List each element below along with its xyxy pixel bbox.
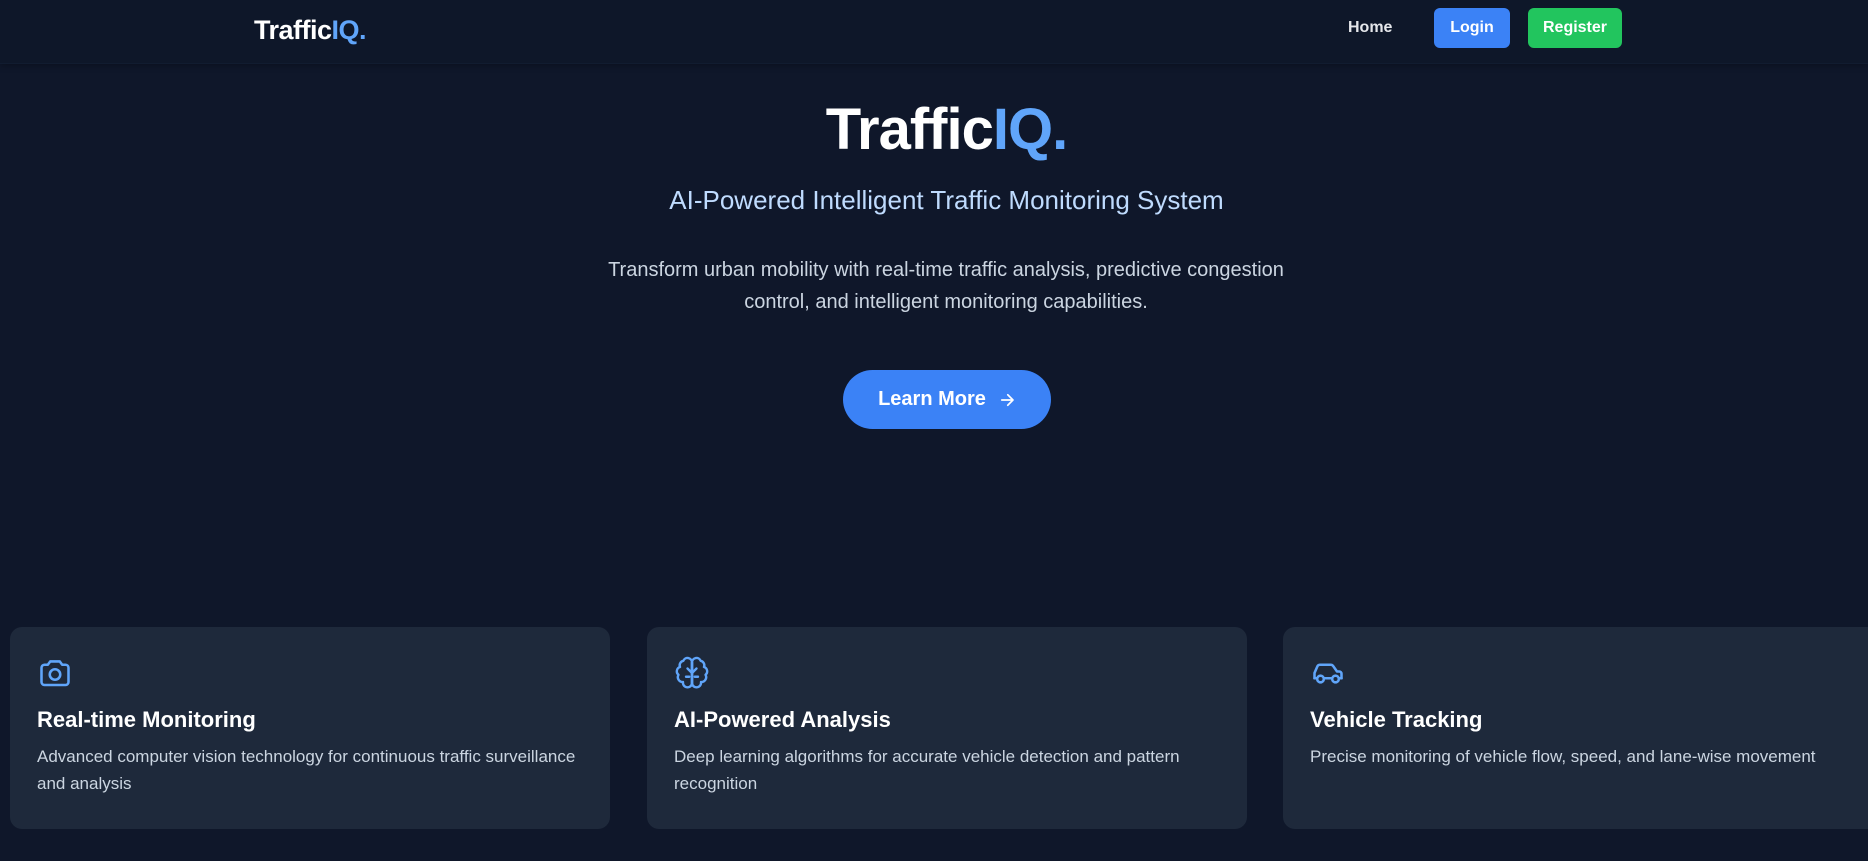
feature-card: Real-time Monitoring Advanced computer v… [10,627,610,829]
learn-more-label: Learn More [878,388,986,410]
nav-logo[interactable]: TrafficIQ. [254,14,367,46]
hero-title-text: Traffic [825,97,994,162]
top-navbar: TrafficIQ. Home Login Register [0,0,1868,64]
feature-title: AI-Powered Analysis [674,707,891,732]
feature-description: Deep learning algorithms for accurate ve… [674,747,1180,793]
hero-title-accent: IQ. [992,97,1068,162]
arrow-right-icon [1000,393,1014,406]
feature-description: Advanced computer vision technology for … [37,747,576,793]
hero-subtitle: AI-Powered Intelligent Traffic Monitorin… [669,185,1224,215]
feature-title: Vehicle Tracking [1310,707,1483,732]
hero-description: Transform urban mobility with real-time … [608,259,1284,313]
login-button[interactable]: Login [1434,8,1510,48]
feature-card: AI-Powered Analysis Deep learning algori… [647,627,1247,829]
register-button[interactable]: Register [1528,8,1622,48]
hero-title: TrafficIQ. [0,94,1868,166]
feature-card: Vehicle Tracking Precise monitoring of v… [1283,627,1868,829]
nav-home-link[interactable]: Home [1348,15,1392,41]
camera-icon [40,660,70,687]
brain-icon [675,656,709,689]
feature-description: Precise monitoring of vehicle flow, spee… [1310,747,1816,766]
nav-logo-text: Traffic [254,15,332,45]
car-icon [1313,663,1343,684]
feature-title: Real-time Monitoring [37,707,256,732]
learn-more-button[interactable]: Learn More [843,370,1051,429]
nav-logo-accent: IQ. [331,15,367,45]
